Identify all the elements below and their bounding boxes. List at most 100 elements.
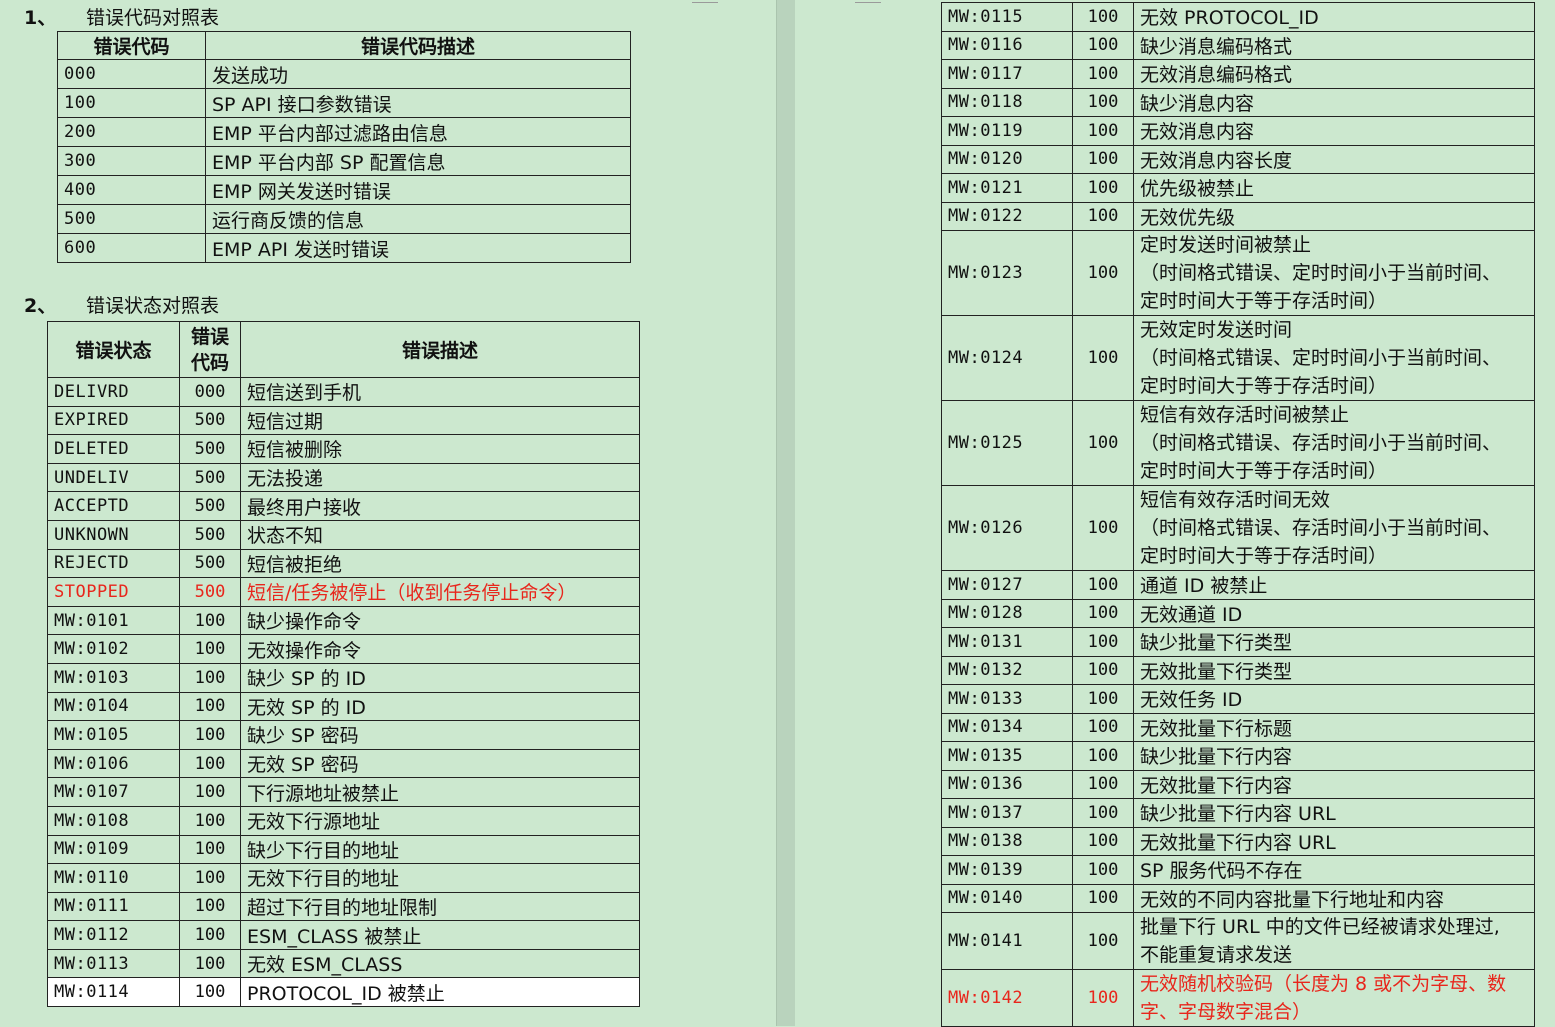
description-cell: 缺少批量下行内容 (1133, 741, 1535, 771)
status-cell: MW:0107 (47, 777, 180, 807)
status-cell: MW:0141 (941, 912, 1073, 970)
code-cell: 100 (179, 920, 241, 950)
status-cell: REJECTD (47, 548, 180, 579)
table-row: MW:0140 100 无效的不同内容批量下行地址和内容 (941, 883, 1535, 913)
description-cell: 无效下行目的地址 (240, 863, 640, 893)
code-cell: 100 (179, 634, 241, 664)
table-row: 200 EMP 平台内部过滤路由信息 (57, 117, 631, 147)
description-cell: 缺少批量下行内容 URL (1133, 798, 1535, 828)
status-cell: MW:0136 (941, 769, 1073, 799)
description-cell: 无效随机校验码（长度为 8 或不为字母、数 字、字母数字混合） (1133, 969, 1535, 1027)
code-cell: 100 (1072, 741, 1134, 771)
table-row: MW:0112 100 ESM_CLASS 被禁止 (47, 920, 640, 950)
table-row: MW:0113 100 无效 ESM_CLASS (47, 948, 640, 979)
description-cell: 无效 PROTOCOL_ID (1133, 2, 1535, 32)
status-cell: MW:0106 (47, 748, 180, 779)
description-cell: 定时发送时间被禁止 （时间格式错误、定时时间小于当前时间、 定时时间大于等于存活时间… (1133, 230, 1535, 316)
code-cell: 100 (1072, 59, 1134, 89)
status-cell: MW:0140 (941, 883, 1073, 913)
code-cell: 500 (179, 491, 241, 521)
code-cell: 100 (1072, 798, 1134, 828)
table-row: MW:0135 100 缺少批量下行内容 (941, 741, 1535, 771)
description-cell: 短信过期 (240, 405, 640, 436)
column-header-text: 错误代码 (190, 325, 229, 374)
code-cell: 100 (1072, 2, 1134, 32)
code-cell: 500 (179, 405, 241, 436)
table-row: 300 EMP 平台内部 SP 配置信息 (57, 146, 631, 176)
page-corner-mark (692, 0, 718, 3)
table-row: UNDELIV 500 无法投递 (47, 462, 640, 493)
code-cell: 500 (179, 519, 241, 550)
status-cell: STOPPED (47, 577, 180, 607)
section1-number: 1、 (24, 7, 57, 29)
error-code-table: 错误代码 错误代码描述 000 发送成功 100 SP API 接口参数错误 200 EM… (57, 31, 631, 263)
section2-title: 错误状态对照表 (86, 295, 220, 317)
description-cell: 无效通道 ID (1133, 598, 1535, 628)
code-cell: 100 (179, 863, 241, 893)
status-cell: MW:0113 (47, 948, 180, 979)
status-cell: MW:0109 (47, 834, 180, 865)
status-cell: MW:0131 (941, 627, 1073, 657)
description-cell: 短信被拒绝 (240, 548, 640, 579)
code-cell: 100 (1072, 969, 1134, 1027)
status-cell: MW:0133 (941, 684, 1073, 714)
table-row: MW:0105 100 缺少 SP 密码 (47, 720, 640, 750)
column-header: 错误代码 (57, 31, 206, 60)
code-cell: 400 (57, 175, 206, 205)
status-cell: MW:0125 (941, 400, 1073, 486)
code-cell: 100 (1072, 201, 1134, 231)
table-row: MW:0114 100 PROTOCOL_ID 被禁止 (47, 977, 640, 1008)
code-cell: 100 (179, 891, 241, 922)
status-cell: DELETED (47, 434, 180, 464)
status-cell: EXPIRED (47, 405, 180, 436)
code-cell: 600 (57, 233, 206, 263)
status-cell: MW:0122 (941, 201, 1073, 231)
description-cell: 无效消息内容 (1133, 116, 1535, 146)
description-cell: 缺少下行目的地址 (240, 834, 640, 865)
description-cell: 优先级被禁止 (1133, 173, 1535, 203)
table-row: MW:0123 100 定时发送时间被禁止 （时间格式错误、定时时间小于当前时间、 定时… (941, 230, 1535, 316)
code-cell: 100 (1072, 144, 1134, 174)
code-cell: 100 (1072, 173, 1134, 203)
error-status-table-continued-body: MW:0115 100 无效 PROTOCOL_ID MW:0116 100 缺少消息编码… (941, 2, 1535, 1027)
page-gutter (776, 0, 796, 1026)
status-cell: MW:0126 (941, 485, 1073, 571)
table-row: MW:0121 100 优先级被禁止 (941, 173, 1535, 203)
description-cell: 缺少操作命令 (240, 605, 640, 636)
table-row: MW:0103 100 缺少 SP 的 ID (47, 662, 640, 693)
description-cell: 无效定时发送时间 （时间格式错误、定时时间小于当前时间、 定时时间大于等于存活时间） (1133, 315, 1535, 401)
table-row: MW:0118 100 缺少消息内容 (941, 87, 1535, 117)
description-cell: 批量下行 URL 中的文件已经被请求处理过, 不能重复请求发送 (1133, 912, 1535, 970)
code-cell: 100 (179, 805, 241, 836)
description-cell: 无效 SP 密码 (240, 748, 640, 779)
table-row: STOPPED 500 短信/任务被停止（收到任务停止命令） (47, 577, 640, 607)
code-cell: 100 (1072, 883, 1134, 913)
description-cell: 缺少 SP 密码 (240, 720, 640, 750)
table-row: MW:0119 100 无效消息内容 (941, 116, 1535, 146)
status-cell: MW:0105 (47, 720, 180, 750)
status-cell: MW:0134 (941, 712, 1073, 742)
status-cell: MW:0102 (47, 634, 180, 664)
description-cell: 通道 ID 被禁止 (1133, 570, 1535, 600)
status-cell: UNKNOWN (47, 519, 180, 550)
code-cell: 100 (179, 720, 241, 750)
status-cell: UNDELIV (47, 462, 180, 493)
status-cell: MW:0139 (941, 855, 1073, 885)
code-cell: 100 (1072, 315, 1134, 401)
table-row: MW:0126 100 短信有效存活时间无效 （时间格式错误、存活时间小于当前时间、定… (941, 485, 1535, 571)
status-cell: MW:0132 (941, 655, 1073, 685)
code-cell: 100 (1072, 684, 1134, 714)
description-cell: EMP API 发送时错误 (205, 233, 631, 263)
status-cell: MW:0108 (47, 805, 180, 836)
description-cell: 无效批量下行标题 (1133, 712, 1535, 742)
description-cell: SP 服务代码不存在 (1133, 855, 1535, 885)
description-cell: ESM_CLASS 被禁止 (240, 920, 640, 950)
table-row: MW:0111 100 超过下行目的地址限制 (47, 891, 640, 922)
table-row: MW:0106 100 无效 SP 密码 (47, 748, 640, 779)
table-row: MW:0131 100 缺少批量下行类型 (941, 627, 1535, 657)
code-cell: 100 (179, 948, 241, 979)
status-cell: MW:0128 (941, 598, 1073, 628)
description-cell: 无效批量下行内容 (1133, 769, 1535, 799)
code-cell: 100 (1072, 598, 1134, 628)
column-header: 错误代码 (179, 321, 241, 378)
